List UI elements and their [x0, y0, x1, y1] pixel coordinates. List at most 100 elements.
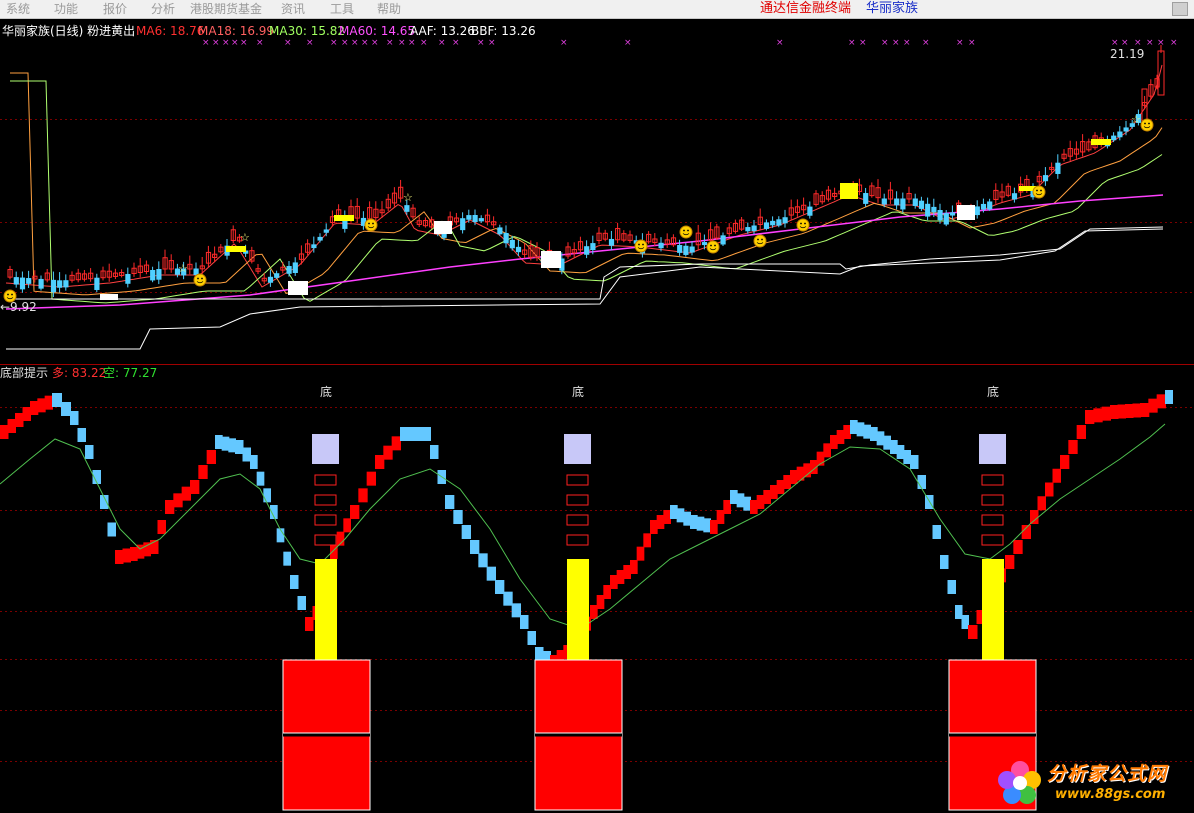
sell-step-bar [863, 424, 871, 439]
ma6-line [5, 64, 1163, 288]
buy-step-bar [790, 470, 798, 484]
candle-body [974, 206, 980, 216]
candle-body [900, 198, 906, 210]
candle-body [931, 206, 937, 213]
terminal-title: 通达信金融终端 [760, 1, 852, 16]
candle-body [38, 278, 44, 289]
candle-body [497, 227, 503, 235]
sell-step-bar [883, 435, 891, 450]
bottom-step-box [314, 534, 337, 546]
bottom-yellow-bar [567, 559, 589, 660]
sell-step-bar [242, 447, 251, 462]
candle-body [807, 206, 813, 216]
buy-step-bar [157, 520, 166, 534]
candle-body [1055, 162, 1061, 174]
buy-step-bar [37, 398, 46, 413]
menu-tools[interactable]: 工具 [330, 1, 354, 17]
sell-step-bar [503, 591, 513, 606]
candle-body [949, 212, 956, 216]
sell-step-bar [486, 566, 496, 581]
buy-step-bar [1140, 403, 1150, 417]
bottom-yellow-bar [315, 559, 337, 660]
buy-step-bar [750, 500, 758, 514]
sell-step-bar [70, 411, 79, 425]
menu-hk-futures-fund[interactable]: 港股期货基金 [190, 1, 262, 17]
sell-step-bar [250, 455, 258, 469]
buy-step-bar [115, 550, 124, 564]
buy-step-bar [1060, 455, 1070, 469]
sell-step-bar [940, 555, 949, 569]
sub-panel-title: 底部提示 [0, 365, 48, 380]
buy-step-bar [366, 471, 376, 486]
x-marker: × [1157, 38, 1165, 48]
star-icon: ☆ [403, 191, 413, 204]
buy-step-bar [1156, 394, 1166, 409]
candle-body [19, 277, 26, 290]
candle-body [943, 213, 949, 225]
highlight-box [1091, 139, 1111, 145]
menu-analysis[interactable]: 分析 [151, 1, 175, 17]
menu-quote[interactable]: 报价 [103, 1, 127, 17]
buy-step-bar [1110, 405, 1119, 419]
star-icon: ☆ [178, 262, 188, 275]
duo-value-label: 多: 83.22 [52, 366, 106, 380]
sell-step-bar [61, 402, 71, 416]
buy-step-bar [1068, 440, 1078, 454]
sell-step-bar [77, 428, 86, 442]
buy-step-bar [190, 480, 200, 494]
x-marker: × [256, 38, 264, 48]
sell-step-bar [215, 435, 223, 449]
menu-news[interactable]: 资讯 [281, 1, 305, 17]
highlight-box [226, 246, 246, 252]
candle-body [50, 279, 57, 293]
menu-help[interactable]: 帮助 [377, 1, 401, 17]
buy-step-bar [15, 413, 24, 427]
candle-body [658, 242, 664, 249]
x-marker: × [371, 38, 379, 48]
x-marker: × [956, 38, 964, 48]
indicator-legend: MA6: 18.76MA18: 16.99MA30: 15.82MA60: 14… [136, 24, 536, 38]
window-control-icon[interactable] [1172, 2, 1188, 16]
buy-step-bar [650, 520, 658, 534]
x-marker: × [284, 38, 292, 48]
candle-body [156, 269, 162, 280]
buy-step-bar [723, 500, 731, 514]
smiley-icon [193, 273, 207, 287]
candle-body [13, 277, 19, 285]
candle-body [925, 203, 931, 217]
highlight-box [100, 294, 118, 300]
main-panel-title: 华丽家族(日线) 粉进黄出 [2, 23, 135, 38]
sell-step-bar [461, 525, 471, 539]
sell-step-bar [221, 436, 230, 451]
candle-body [460, 218, 466, 231]
menu-function[interactable]: 功能 [54, 1, 78, 17]
buy-step-bar [823, 443, 831, 458]
candle-body [751, 225, 757, 232]
bottom-indicator-box [564, 434, 591, 464]
buy-step-bar [198, 465, 208, 479]
flower-logo-icon [998, 761, 1041, 804]
x-marker: × [488, 38, 496, 48]
indicator-label: BBF: 13.26 [471, 24, 536, 38]
indicator-label: MA18: 16.99 [198, 24, 274, 38]
sell-step-bar [406, 427, 415, 441]
sell-step-bar [670, 505, 678, 519]
watermark-text: 分析家公式网 [1047, 763, 1168, 785]
bottom-marker-label: 底 [320, 384, 332, 399]
x-marker: × [231, 38, 239, 48]
buy-step-bar [636, 546, 645, 561]
menu-system[interactable]: 系统 [6, 1, 30, 17]
buy-step-bar [1030, 510, 1039, 524]
candle-body [125, 273, 131, 284]
buy-step-bar [1125, 404, 1134, 418]
buy-step-bar [616, 570, 625, 584]
bottom-step-box [566, 474, 589, 486]
buy-step-bar [1093, 408, 1103, 423]
sell-step-bar [947, 580, 956, 594]
sell-step-bar [896, 445, 905, 459]
buy-step-bar [830, 435, 838, 449]
buy-step-bar [656, 515, 665, 529]
top-x-markers: × × × × × × × × × × × × × × × × × × × × × × × × × × × × × × × × × × × × × × [202, 38, 1178, 48]
bottom-step-box [566, 534, 589, 546]
candle-body [918, 200, 925, 209]
